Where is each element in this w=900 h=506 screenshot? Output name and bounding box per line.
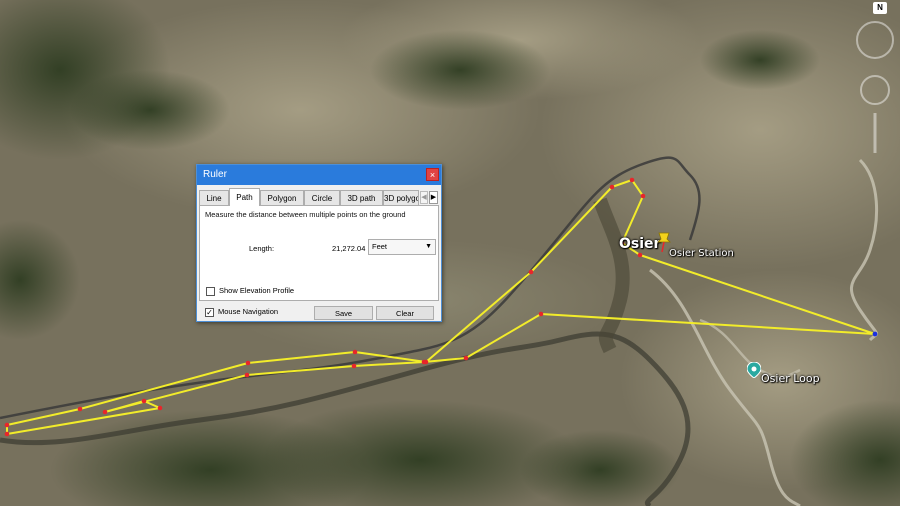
- ruler-dialog: Ruler × Line Path Polygon Circle 3D path…: [196, 164, 442, 322]
- length-value: 21,272.04: [332, 244, 366, 253]
- path-vertex[interactable]: [352, 349, 358, 355]
- tab-scroll-right-icon[interactable]: ▶: [429, 191, 438, 204]
- path-vertex[interactable]: [637, 252, 643, 258]
- path-vertex[interactable]: [538, 311, 544, 317]
- satellite-map[interactable]: [0, 0, 900, 506]
- place-label-osier-station: Osier Station: [669, 248, 734, 259]
- ruler-panel: Measure the distance between multiple po…: [199, 205, 439, 301]
- path-vertex[interactable]: [77, 406, 83, 412]
- save-button[interactable]: Save: [314, 306, 373, 320]
- clear-button[interactable]: Clear: [376, 306, 434, 320]
- tab-line[interactable]: Line: [199, 190, 229, 205]
- unit-select-value: Feet: [372, 242, 388, 251]
- chevron-down-icon: ▼: [425, 243, 432, 250]
- path-vertex[interactable]: [609, 184, 615, 190]
- show-elevation-label: Show Elevation Profile: [219, 286, 295, 295]
- show-elevation-checkbox[interactable]: [206, 286, 215, 296]
- ruler-titlebar[interactable]: Ruler ×: [197, 165, 441, 185]
- length-label: Length:: [249, 244, 275, 253]
- mouse-navigation[interactable]: ✓ Mouse Navigation: [205, 307, 278, 317]
- tab-polygon[interactable]: Polygon: [260, 190, 304, 205]
- tab-path[interactable]: Path: [229, 188, 260, 206]
- path-vertex[interactable]: [421, 359, 427, 365]
- path-vertex[interactable]: [351, 363, 357, 369]
- park-marker-icon[interactable]: [747, 362, 761, 378]
- show-elevation-profile[interactable]: Show Elevation Profile: [206, 286, 294, 296]
- path-vertex[interactable]: [4, 422, 10, 428]
- path-vertex[interactable]: [4, 431, 10, 437]
- map-forest: [700, 30, 820, 90]
- tab-3d-polygon[interactable]: 3D polygon: [383, 190, 419, 205]
- map-forest: [70, 70, 230, 150]
- mouse-navigation-checkbox[interactable]: ✓: [205, 307, 214, 317]
- close-icon[interactable]: ×: [426, 168, 439, 181]
- path-vertex[interactable]: [157, 405, 163, 411]
- tab-3d-path[interactable]: 3D path: [340, 190, 383, 205]
- ruler-title: Ruler: [203, 169, 227, 180]
- tab-scroll-left-icon[interactable]: ◀: [420, 191, 428, 204]
- ruler-description: Measure the distance between multiple po…: [205, 210, 406, 219]
- path-vertex[interactable]: [244, 372, 250, 378]
- path-vertex[interactable]: [872, 331, 878, 337]
- ruler-tab-bar: Line Path Polygon Circle 3D path 3D poly…: [199, 188, 439, 206]
- path-vertex[interactable]: [141, 398, 147, 404]
- path-vertex[interactable]: [629, 177, 635, 183]
- navigation-controls-icon[interactable]: [850, 18, 900, 158]
- place-label-osier-loop: Osier Loop: [761, 372, 820, 385]
- place-label-osier: Osier: [619, 236, 661, 252]
- unit-select[interactable]: Feet ▼: [368, 239, 436, 255]
- path-vertex[interactable]: [528, 269, 534, 275]
- map-forest: [370, 30, 550, 110]
- mouse-navigation-label: Mouse Navigation: [218, 307, 279, 316]
- path-vertex[interactable]: [245, 360, 251, 366]
- path-vertex[interactable]: [640, 193, 646, 199]
- path-vertex[interactable]: [102, 409, 108, 415]
- tab-circle[interactable]: Circle: [304, 190, 340, 205]
- compass-north-icon[interactable]: N: [873, 2, 887, 14]
- path-vertex[interactable]: [463, 355, 469, 361]
